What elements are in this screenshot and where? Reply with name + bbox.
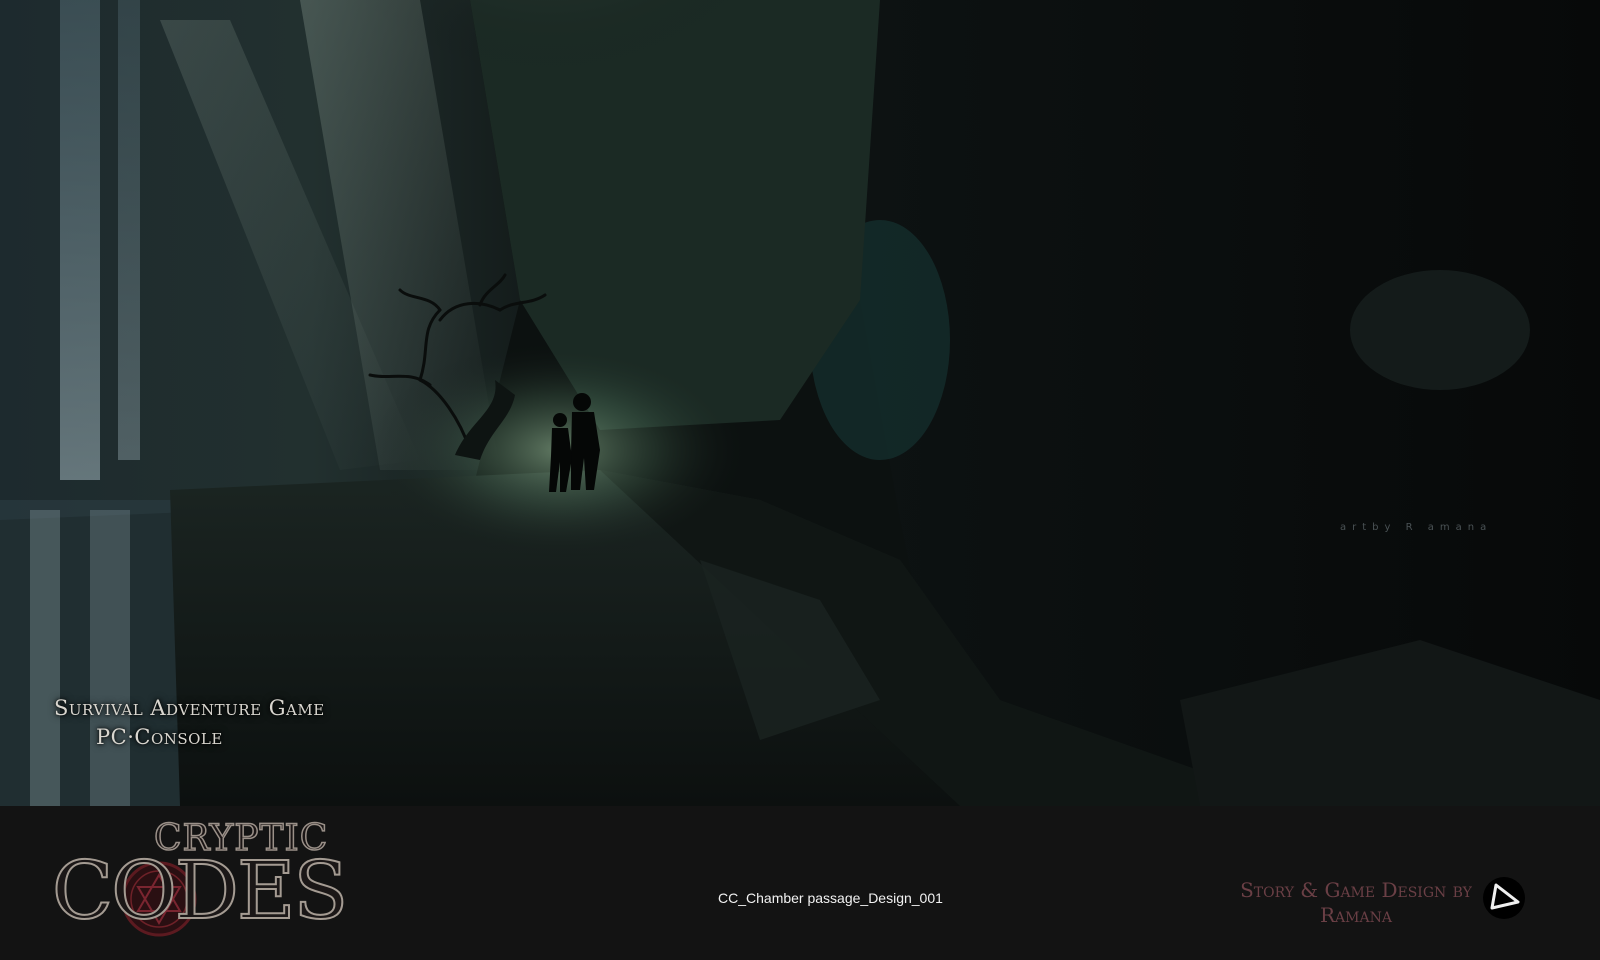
credit-line-1: Story & Game Design by bbox=[1240, 878, 1472, 902]
triangle-logo-icon bbox=[1483, 877, 1525, 919]
tagline-genre: Survival Adventure Game bbox=[54, 696, 325, 720]
credit-line-2: Ramana bbox=[1320, 903, 1392, 927]
artist-watermark: artby R amana bbox=[1340, 522, 1493, 533]
tagline-platform: PC·Console bbox=[96, 725, 223, 749]
concept-art-scene: Survival Adventure Game PC·Console artby… bbox=[0, 0, 1600, 806]
game-logo: CRYPTIC CODES bbox=[50, 814, 349, 954]
credit-block: Story & Game Design by Ramana bbox=[1236, 878, 1476, 928]
caption-bar: CRYPTIC CODES CC_Chamber passage_Design_… bbox=[0, 806, 1600, 960]
logo-word-main: CODES bbox=[51, 843, 349, 938]
scene-illustration bbox=[0, 0, 1600, 806]
file-caption: CC_Chamber passage_Design_001 bbox=[718, 890, 943, 906]
concept-art-frame: Survival Adventure Game PC·Console artby… bbox=[0, 0, 1600, 960]
